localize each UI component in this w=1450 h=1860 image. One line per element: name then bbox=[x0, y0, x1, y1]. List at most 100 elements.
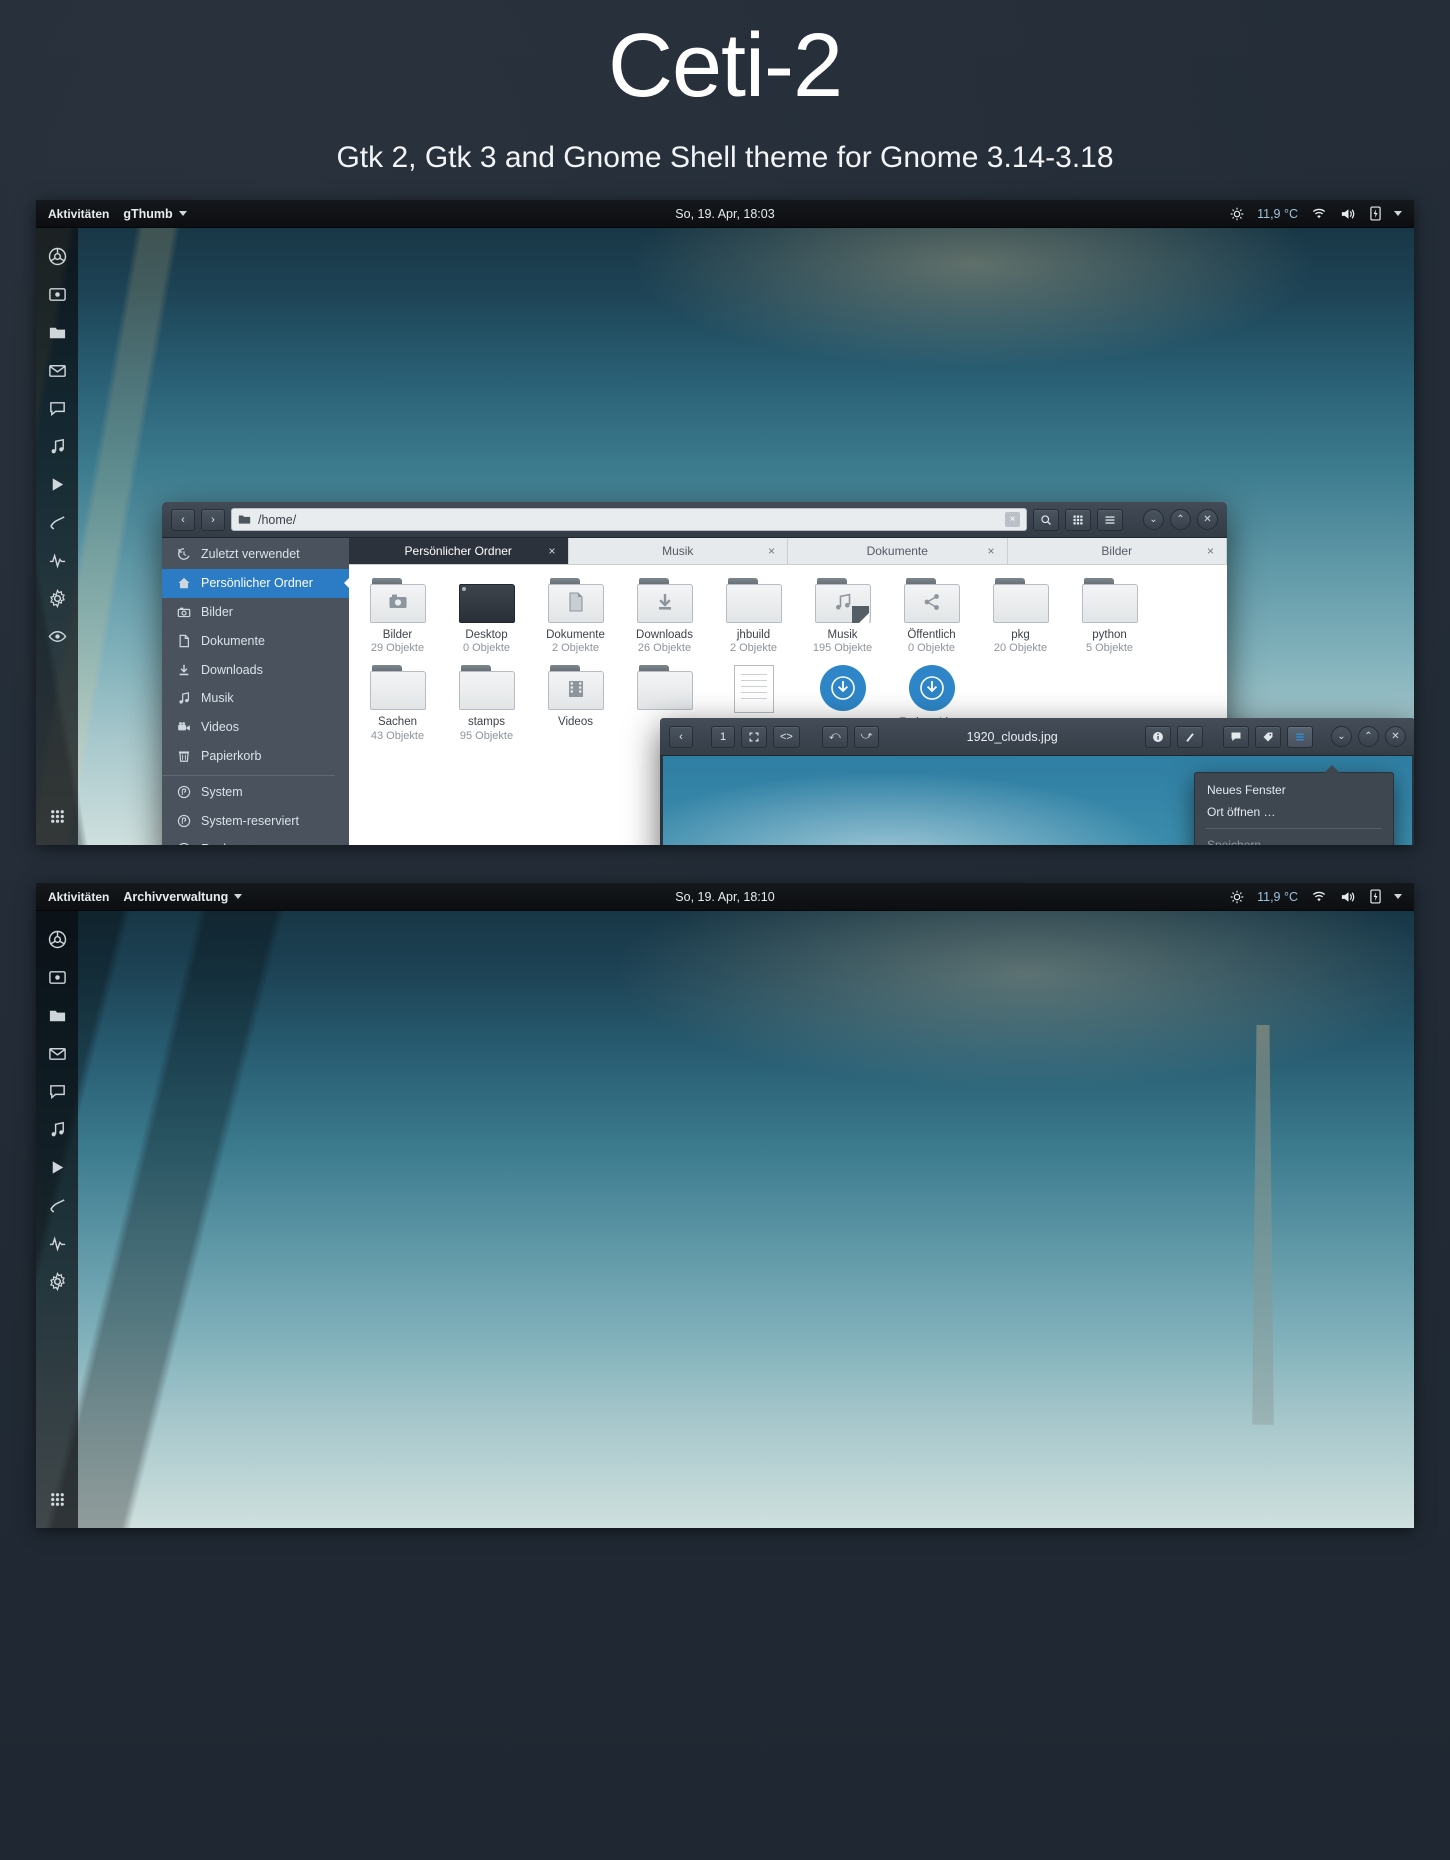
tab-bilder[interactable]: Bilder × bbox=[1008, 538, 1227, 564]
volume-icon[interactable] bbox=[1340, 890, 1357, 904]
close-button[interactable]: ✕ bbox=[1385, 726, 1406, 747]
file-item[interactable]: Dokumente 2 Objekte bbox=[531, 575, 620, 662]
close-icon[interactable]: × bbox=[768, 544, 775, 558]
dash-item-chat[interactable] bbox=[42, 393, 72, 423]
volume-icon[interactable] bbox=[1340, 207, 1357, 221]
clock[interactable]: So, 19. Apr, 18:03 bbox=[36, 207, 1414, 221]
dash-item-screenshot[interactable] bbox=[42, 279, 72, 309]
minimize-button[interactable]: ⌄ bbox=[1331, 726, 1352, 747]
menu-item-neues-fenster[interactable]: Neues Fenster bbox=[1195, 779, 1393, 801]
dash-item-mail[interactable] bbox=[42, 1038, 72, 1068]
chevron-down-icon[interactable] bbox=[1394, 211, 1402, 216]
sidebar-item-system-reserviert[interactable]: System-reserviert bbox=[162, 806, 349, 835]
file-item[interactable]: Musik 195 Objekte bbox=[798, 575, 887, 662]
file-item[interactable]: pkg 20 Objekte bbox=[976, 575, 1065, 662]
app-menu-button[interactable]: Archivverwaltung bbox=[123, 890, 243, 904]
minimize-button[interactable]: ⌄ bbox=[1143, 509, 1164, 530]
show-applications-button[interactable] bbox=[42, 1484, 72, 1514]
info-button[interactable] bbox=[1145, 725, 1171, 748]
dash-item-browser[interactable] bbox=[42, 241, 72, 271]
battery-icon[interactable] bbox=[1370, 889, 1381, 904]
dash-item-video[interactable] bbox=[42, 469, 72, 499]
tab-dokumente[interactable]: Dokumente × bbox=[788, 538, 1008, 564]
tab-bar[interactable]: Persönlicher Ordner × Musik × Dokumente × Bild… bbox=[349, 538, 1227, 565]
file-item[interactable]: Bilder 29 Objekte bbox=[353, 575, 442, 662]
clear-icon[interactable]: × bbox=[1005, 512, 1020, 527]
gthumb-popup-menu[interactable]: Neues FensterOrt öffnen …SpeichernSpeich… bbox=[1194, 765, 1394, 845]
dash-item-preview[interactable] bbox=[42, 621, 72, 651]
path-entry[interactable]: /home/ × bbox=[231, 508, 1027, 531]
dash-item-browser[interactable] bbox=[42, 924, 72, 954]
dash-2[interactable] bbox=[36, 911, 78, 1528]
tab-musik[interactable]: Musik × bbox=[569, 538, 788, 564]
activities-button[interactable]: Aktivitäten bbox=[36, 890, 123, 904]
file-item[interactable]: stamps 95 Objekte bbox=[442, 662, 531, 793]
sidebar-item-papierkorb[interactable]: Papierkorb bbox=[162, 742, 349, 771]
file-item[interactable]: jhbuild 2 Objekte bbox=[709, 575, 798, 662]
dash-item-files[interactable] bbox=[42, 317, 72, 347]
view-grid-button[interactable] bbox=[1065, 508, 1091, 531]
rotate-right-button[interactable]: ⤻ bbox=[853, 725, 880, 748]
dash-item-video[interactable] bbox=[42, 1152, 72, 1182]
activities-button[interactable]: Aktivitäten bbox=[36, 207, 123, 221]
app-menu-button[interactable]: gThumb bbox=[123, 207, 187, 221]
sidebar-item-zuletzt-verwendet[interactable]: Zuletzt verwendet bbox=[162, 540, 349, 569]
fit-screen-button[interactable] bbox=[741, 725, 767, 748]
fit-width-button[interactable]: <> bbox=[773, 725, 800, 748]
file-item[interactable]: python 5 Objekte bbox=[1065, 575, 1154, 662]
sidebar-item-dokumente[interactable]: Dokumente bbox=[162, 626, 349, 655]
sidebar-item-system[interactable]: System bbox=[162, 777, 349, 806]
fit-original-button[interactable]: 1 bbox=[711, 725, 735, 748]
dash-item-music[interactable] bbox=[42, 431, 72, 461]
file-item[interactable]: Videos bbox=[531, 662, 620, 793]
dash-item-tweaks[interactable] bbox=[42, 507, 72, 537]
sidebar-item-downloads[interactable]: Downloads bbox=[162, 655, 349, 684]
sidebar-item-pers-nlicher-ordner[interactable]: Persönlicher Ordner bbox=[162, 568, 349, 598]
file-item[interactable]: Downloads 26 Objekte bbox=[620, 575, 709, 662]
gthumb-menu-button[interactable] bbox=[1287, 725, 1313, 748]
maximize-button[interactable]: ⌃ bbox=[1170, 509, 1191, 530]
dash-item-chat[interactable] bbox=[42, 1076, 72, 1106]
close-icon[interactable]: × bbox=[1207, 544, 1214, 558]
dash-item-monitor[interactable] bbox=[42, 545, 72, 575]
dash-item-mail[interactable] bbox=[42, 355, 72, 385]
tag-button[interactable] bbox=[1255, 725, 1281, 748]
sidebar-item-bilder[interactable]: Bilder bbox=[162, 598, 349, 627]
menu-button[interactable] bbox=[1097, 508, 1123, 531]
sidebar-item-musik[interactable]: Musik bbox=[162, 684, 349, 713]
maximize-button[interactable]: ⌃ bbox=[1358, 726, 1379, 747]
status-tray-1[interactable]: 11,9 °C bbox=[1230, 206, 1414, 221]
close-icon[interactable]: × bbox=[987, 544, 994, 558]
show-applications-button[interactable] bbox=[42, 801, 72, 831]
sidebar-item-videos[interactable]: Videos bbox=[162, 713, 349, 742]
menu-item-ort-öffnen-[interactable]: Ort öffnen … bbox=[1195, 801, 1393, 823]
search-button[interactable] bbox=[1033, 508, 1059, 531]
edit-button[interactable] bbox=[1177, 725, 1203, 748]
sidebar-item-rechner[interactable]: Rechner bbox=[162, 835, 349, 845]
dash-item-settings[interactable] bbox=[42, 1266, 72, 1296]
dash-item-music[interactable] bbox=[42, 1114, 72, 1144]
dash-item-screenshot[interactable] bbox=[42, 962, 72, 992]
file-item[interactable]: Sachen 43 Objekte bbox=[353, 662, 442, 793]
dash-1[interactable] bbox=[36, 228, 78, 845]
tab-pers-nlicher-ordner[interactable]: Persönlicher Ordner × bbox=[349, 538, 569, 564]
status-tray-2[interactable]: 11,9 °C bbox=[1230, 889, 1414, 904]
comment-button[interactable] bbox=[1223, 725, 1249, 748]
battery-icon[interactable] bbox=[1370, 206, 1381, 221]
dash-item-monitor[interactable] bbox=[42, 1228, 72, 1258]
places-sidebar[interactable]: Zuletzt verwendet Persönlicher Ordner Bild… bbox=[162, 538, 349, 845]
file-item[interactable]: Öffentlich 0 Objekte bbox=[887, 575, 976, 662]
file-item[interactable]: Desktop 0 Objekte bbox=[442, 575, 531, 662]
close-icon[interactable]: × bbox=[548, 544, 555, 558]
wifi-icon[interactable] bbox=[1311, 890, 1327, 903]
dash-item-tweaks[interactable] bbox=[42, 1190, 72, 1220]
rotate-left-button[interactable]: ⤺ bbox=[821, 725, 848, 748]
top-panel-2[interactable]: Aktivitäten Archivverwaltung So, 19. Apr… bbox=[36, 883, 1414, 911]
top-panel-1[interactable]: Aktivitäten gThumb So, 19. Apr, 18:03 11… bbox=[36, 200, 1414, 228]
dash-item-settings[interactable] bbox=[42, 583, 72, 613]
back-button[interactable]: ‹ bbox=[669, 725, 693, 748]
close-button[interactable]: ✕ bbox=[1197, 509, 1218, 530]
wifi-icon[interactable] bbox=[1311, 207, 1327, 220]
back-button[interactable]: ‹ bbox=[171, 508, 195, 531]
chevron-down-icon[interactable] bbox=[1394, 894, 1402, 899]
